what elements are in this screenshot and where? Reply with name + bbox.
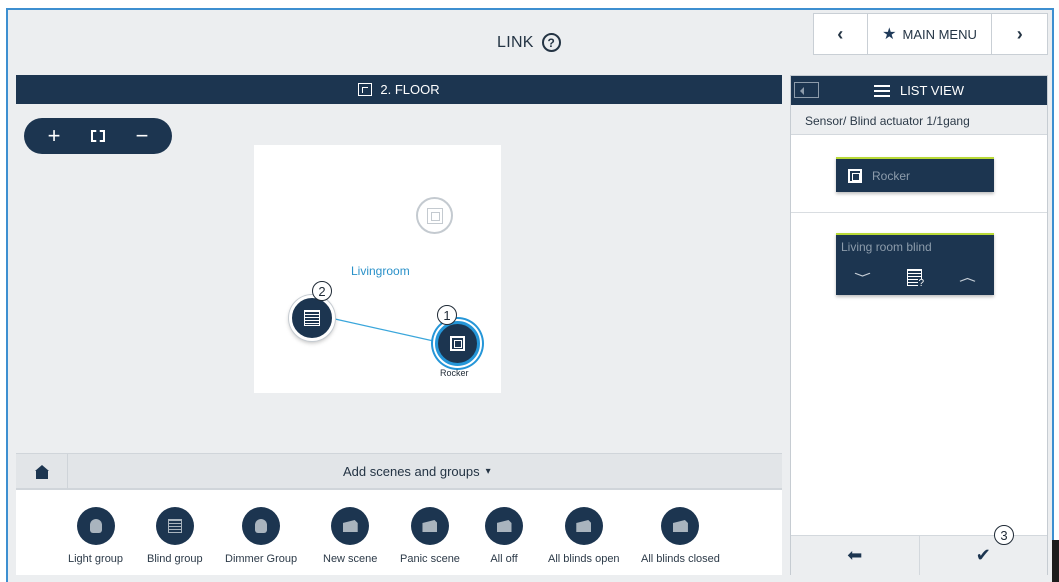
rocker-icon [848, 168, 862, 183]
tray-item-light-group[interactable]: Light group [68, 507, 123, 565]
callout-marker-2: 2 [312, 281, 332, 301]
blind-icon [304, 310, 320, 326]
main-menu-button[interactable]: ★ MAIN MENU [868, 14, 993, 54]
tray-label: All blinds closed [641, 553, 720, 565]
tray-item-all-blinds-closed[interactable]: All blinds closed [641, 507, 720, 565]
clapper-icon [410, 507, 449, 545]
callout-marker-3: 3 [994, 525, 1014, 545]
tray-label: All off [490, 553, 518, 565]
check-icon: ✔ [975, 545, 991, 565]
chevron-left-icon: ‹ [837, 23, 844, 44]
collapse-panel-icon[interactable] [794, 82, 819, 98]
edge-strip [1052, 540, 1059, 582]
tray-item-panic-scene[interactable]: Panic scene [400, 507, 460, 565]
chevron-right-icon: › [1016, 23, 1023, 44]
tray-label: All blinds open [548, 553, 620, 565]
device-subtitle: Sensor/ Blind actuator 1/1gang [791, 105, 1047, 135]
rocker-device[interactable] [435, 321, 480, 366]
chevron-up-icon[interactable]: ︿ [959, 270, 975, 284]
tray-item-dimmer-group[interactable]: Dimmer Group [225, 507, 297, 565]
room-tile[interactable]: Livingroom Rocker 1 2 [254, 145, 501, 393]
main-menu-label: MAIN MENU [902, 26, 977, 42]
rocker-card-label: Rocker [872, 168, 911, 183]
main-nav: ‹ ★ MAIN MENU › [813, 13, 1048, 55]
clapper-icon [564, 507, 603, 545]
tray-item-all-off[interactable]: All off [485, 507, 523, 565]
nav-prev-button[interactable]: ‹ [814, 14, 868, 54]
blind-controls: ﹀ ? ︿ [836, 265, 994, 289]
bulb-icon [242, 507, 281, 545]
star-icon: ★ [882, 26, 897, 43]
title-text: LINK [497, 33, 534, 51]
page-title: LINK ? [497, 33, 561, 52]
floor-header: 2. FLOOR [16, 75, 782, 104]
add-scenes-label: Add scenes and groups [343, 464, 480, 479]
tray-label: Blind group [147, 553, 203, 565]
zoom-in-button[interactable]: + [39, 125, 69, 147]
rocker-icon [450, 336, 465, 351]
confirm-button[interactable]: ✔ [920, 536, 1048, 575]
list-view-title: LIST VIEW [899, 83, 965, 98]
scene-tray: Light group Blind group Dimmer Group New… [16, 489, 782, 575]
add-scenes-toggle[interactable]: Add scenes and groups ▾ [343, 464, 491, 479]
list-view-panel: LIST VIEW Sensor/ Blind actuator 1/1gang… [790, 75, 1048, 575]
clapper-icon [485, 507, 523, 545]
chevron-down-icon[interactable]: ﹀ [854, 270, 870, 284]
zoom-fit-button[interactable] [83, 130, 113, 142]
tray-label: Dimmer Group [225, 553, 298, 565]
tray-item-new-scene[interactable]: New scene [323, 507, 377, 565]
zoom-controls: + − [24, 118, 172, 154]
blind-card[interactable]: Living room blind ﹀ ? ︿ [836, 233, 994, 295]
home-button[interactable] [16, 454, 68, 489]
rocker-card[interactable]: Rocker [836, 157, 994, 192]
callout-marker-1: 1 [437, 305, 457, 325]
blind-unknown-icon: ? [907, 268, 925, 289]
house-icon [34, 464, 49, 479]
rocker-device-label: Rocker [440, 368, 469, 378]
tray-item-blind-group[interactable]: Blind group [147, 507, 203, 565]
tray-label: Light group [68, 553, 124, 565]
bulb-icon [76, 507, 115, 545]
tray-item-all-blinds-open[interactable]: All blinds open [548, 507, 620, 565]
clapper-icon [661, 507, 700, 545]
floor-plan-icon [358, 83, 373, 96]
fit-screen-icon [91, 130, 105, 142]
scenes-bar: Add scenes and groups ▾ [16, 453, 782, 489]
blind-icon [155, 507, 194, 545]
divider [791, 212, 1047, 213]
nav-next-button[interactable]: › [992, 14, 1047, 54]
floor-title: 2. FLOOR [380, 82, 440, 97]
list-view-header: LIST VIEW [791, 76, 1047, 105]
chevron-down-icon: ▾ [485, 466, 491, 477]
blind-card-label: Living room blind [841, 240, 932, 254]
blind-actuator-device[interactable] [289, 295, 335, 341]
list-icon [873, 84, 890, 97]
zoom-out-button[interactable]: − [127, 125, 157, 147]
help-icon[interactable]: ? [541, 33, 561, 52]
reply-arrow-icon: ⬅ [847, 545, 863, 565]
tray-label: Panic scene [400, 553, 460, 565]
back-button[interactable]: ⬅ [791, 536, 920, 575]
tray-label: New scene [323, 553, 378, 565]
clapper-icon [331, 507, 370, 545]
